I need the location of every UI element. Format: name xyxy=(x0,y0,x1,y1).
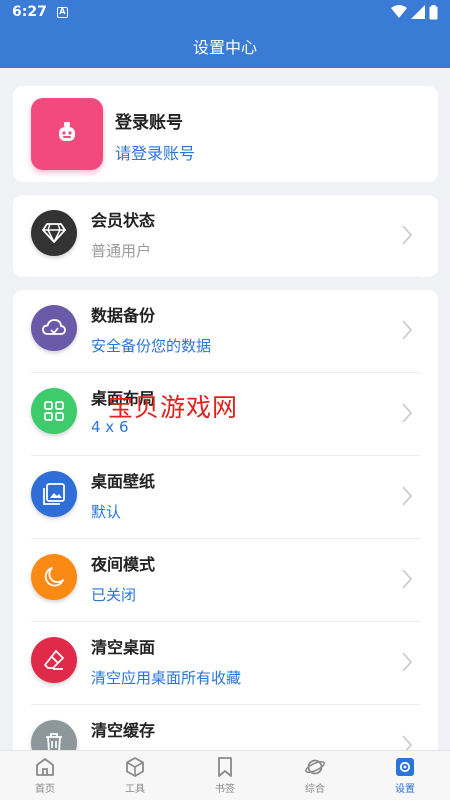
diamond-icon-badge xyxy=(31,210,77,256)
settings-item-title: 数据备份 xyxy=(91,306,156,325)
settings-item-wallpaper[interactable]: 桌面壁纸 默认 xyxy=(13,456,438,539)
settings-item-title: 清空缓存 xyxy=(91,721,156,740)
diamond-icon xyxy=(42,223,66,243)
chevron-right-icon xyxy=(402,569,412,589)
battery-icon xyxy=(429,4,438,19)
eraser-icon xyxy=(44,650,64,670)
robot-icon xyxy=(59,122,75,141)
login-card[interactable]: 登录账号 请登录账号 xyxy=(13,86,438,182)
nav-label: 工具 xyxy=(125,784,145,795)
login-title: 登录账号 xyxy=(115,113,183,133)
grid-icon-badge xyxy=(31,388,77,434)
image-icon xyxy=(43,483,65,505)
page-title: 设置中心 xyxy=(192,38,257,57)
settings-item-clear-desktop[interactable]: 清空桌面 清空应用桌面所有收藏 xyxy=(13,622,438,705)
nav-label: 首页 xyxy=(35,784,55,795)
wifi-icon xyxy=(391,5,407,18)
status-time: 6:27 xyxy=(12,4,47,20)
nav-item-tools[interactable]: 工具 xyxy=(90,751,180,800)
grid-icon xyxy=(44,401,64,421)
settings-item-subtitle: 安全备份您的数据 xyxy=(91,337,212,355)
settings-item-title: 夜间模式 xyxy=(91,555,156,574)
moon-icon-badge xyxy=(31,554,77,600)
chevron-right-icon xyxy=(402,652,412,672)
eraser-icon-badge xyxy=(31,637,77,683)
settings-item-subtitle: 默认 xyxy=(91,503,122,521)
login-link[interactable]: 请登录账号 xyxy=(115,140,195,164)
divider xyxy=(31,277,420,278)
nav-label: 设置 xyxy=(395,784,415,795)
moon-icon xyxy=(44,567,64,587)
settings-item-title: 桌面壁纸 xyxy=(91,472,156,491)
settings-item-backup[interactable]: 数据备份 安全备份您的数据 xyxy=(13,290,438,373)
chevron-right-icon xyxy=(402,225,412,245)
chevron-right-icon xyxy=(402,486,412,506)
planet-icon xyxy=(305,759,325,775)
vip-status-card[interactable]: 会员状态 普通用户 xyxy=(13,195,438,278)
bookmark-icon xyxy=(218,757,232,777)
nav-item-general[interactable]: 综合 xyxy=(270,751,360,800)
vip-title: 会员状态 xyxy=(91,211,156,230)
home-icon xyxy=(36,758,54,776)
settings-item-subtitle: 清空应用桌面所有收藏 xyxy=(91,669,242,687)
vip-subtitle: 普通用户 xyxy=(91,242,152,260)
image-icon-badge xyxy=(31,471,77,517)
settings-icon xyxy=(396,758,414,776)
signal-icon xyxy=(411,5,425,19)
settings-item-subtitle: 已关闭 xyxy=(91,586,137,604)
bottom-nav: 首页 工具 书签 综合 设置 xyxy=(0,750,450,800)
notification-a-icon: A xyxy=(56,6,68,18)
app-bar: 设置中心 xyxy=(0,24,450,68)
vip-status-row[interactable]: 会员状态 普通用户 xyxy=(13,195,438,278)
settings-item-night-mode[interactable]: 夜间模式 已关闭 xyxy=(13,539,438,622)
cloud-icon-badge xyxy=(31,305,77,351)
cube-icon xyxy=(126,757,144,777)
nav-label: 书签 xyxy=(215,784,235,795)
nav-item-settings[interactable]: 设置 xyxy=(360,751,450,800)
status-bar: 6:27 A xyxy=(0,0,450,24)
login-avatar[interactable] xyxy=(31,98,103,170)
chevron-right-icon xyxy=(402,403,412,423)
nav-item-bookmarks[interactable]: 书签 xyxy=(180,751,270,800)
cloud-icon xyxy=(42,319,66,335)
watermark: 宝贝游戏网 xyxy=(108,393,239,422)
nav-label: 综合 xyxy=(305,784,325,795)
nav-item-home[interactable]: 首页 xyxy=(0,751,90,800)
chevron-right-icon xyxy=(402,320,412,340)
settings-item-title: 清空桌面 xyxy=(91,638,156,657)
settings-list: 数据备份 安全备份您的数据 桌面布局 4 x 6 桌面壁纸 默认 夜间模式 已关… xyxy=(13,290,438,760)
